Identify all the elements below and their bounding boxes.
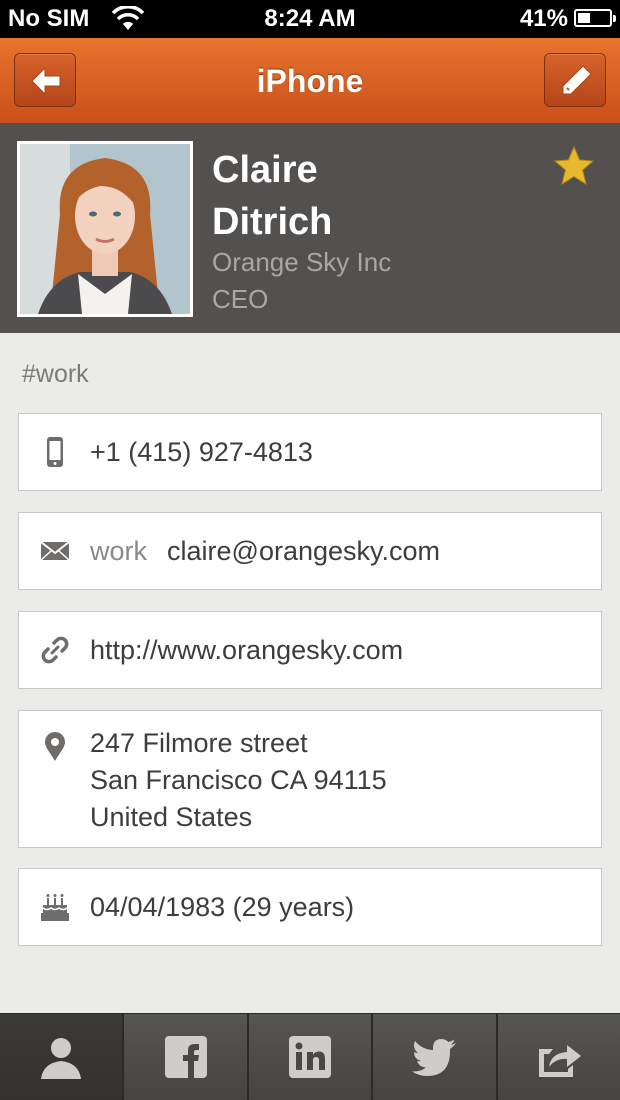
address-line-2: San Francisco CA 94115: [90, 765, 387, 795]
email-label: work: [90, 536, 148, 566]
website-row[interactable]: http://www.orangesky.com: [18, 611, 602, 689]
favorite-star-icon[interactable]: [552, 144, 596, 188]
twitter-icon: [412, 1039, 457, 1076]
email-text: work claire@orangesky.com: [90, 533, 440, 570]
phone-number: +1 (415) 927-4813: [90, 437, 313, 467]
website-url: http://www.orangesky.com: [90, 635, 404, 665]
link-icon: [41, 636, 69, 664]
contact-tag[interactable]: #work: [22, 360, 89, 389]
phone-row[interactable]: +1 (415) 927-4813: [18, 413, 602, 491]
birthday-row[interactable]: 04/04/1983 (29 years): [18, 868, 602, 946]
tab-facebook[interactable]: [124, 1014, 249, 1100]
pencil-icon: [562, 65, 592, 95]
address-text: 247 Filmore street San Francisco CA 9411…: [90, 725, 387, 836]
contact-header: Claire Ditrich Orange Sky Inc CEO: [0, 124, 620, 333]
person-icon: [41, 1038, 82, 1079]
contact-company: Orange Sky Inc: [212, 247, 392, 277]
battery-percentage: 41%: [519, 5, 568, 32]
email-row[interactable]: work claire@orangesky.com: [18, 512, 602, 590]
address-line-1: 247 Filmore street: [90, 728, 308, 758]
envelope-icon: [40, 541, 70, 561]
contact-photo: [17, 141, 193, 317]
battery-icon: [574, 9, 616, 27]
contact-first-name: Claire: [212, 149, 318, 191]
tab-bar: [0, 1013, 620, 1100]
tab-twitter[interactable]: [373, 1014, 498, 1100]
linkedin-icon: [289, 1036, 332, 1078]
status-bar: No SIM 8:24 AM 41%: [0, 0, 620, 38]
tab-contact[interactable]: [0, 1014, 125, 1100]
birthday-date: 04/04/1983 (29 years): [90, 892, 355, 922]
mobile-phone-icon: [47, 437, 63, 467]
tab-linkedin[interactable]: [248, 1014, 374, 1100]
navigation-bar: iPhone: [0, 38, 620, 124]
address-line-3: United States: [90, 802, 253, 832]
edit-button[interactable]: [544, 53, 606, 107]
avatar: [20, 144, 190, 314]
contact-last-name: Ditrich: [212, 201, 333, 243]
page-title: iPhone: [256, 63, 364, 99]
email-address: claire@orangesky.com: [167, 536, 441, 566]
contact-name: Claire Ditrich: [212, 144, 332, 248]
location-pin-icon: [45, 732, 65, 761]
tab-share[interactable]: [497, 1014, 620, 1100]
address-row[interactable]: 247 Filmore street San Francisco CA 9411…: [18, 710, 602, 848]
birthday-cake-icon: [41, 894, 69, 921]
contact-role: CEO: [212, 284, 269, 314]
facebook-icon: [164, 1036, 207, 1078]
battery-level: [578, 13, 590, 23]
share-icon: [538, 1045, 581, 1077]
